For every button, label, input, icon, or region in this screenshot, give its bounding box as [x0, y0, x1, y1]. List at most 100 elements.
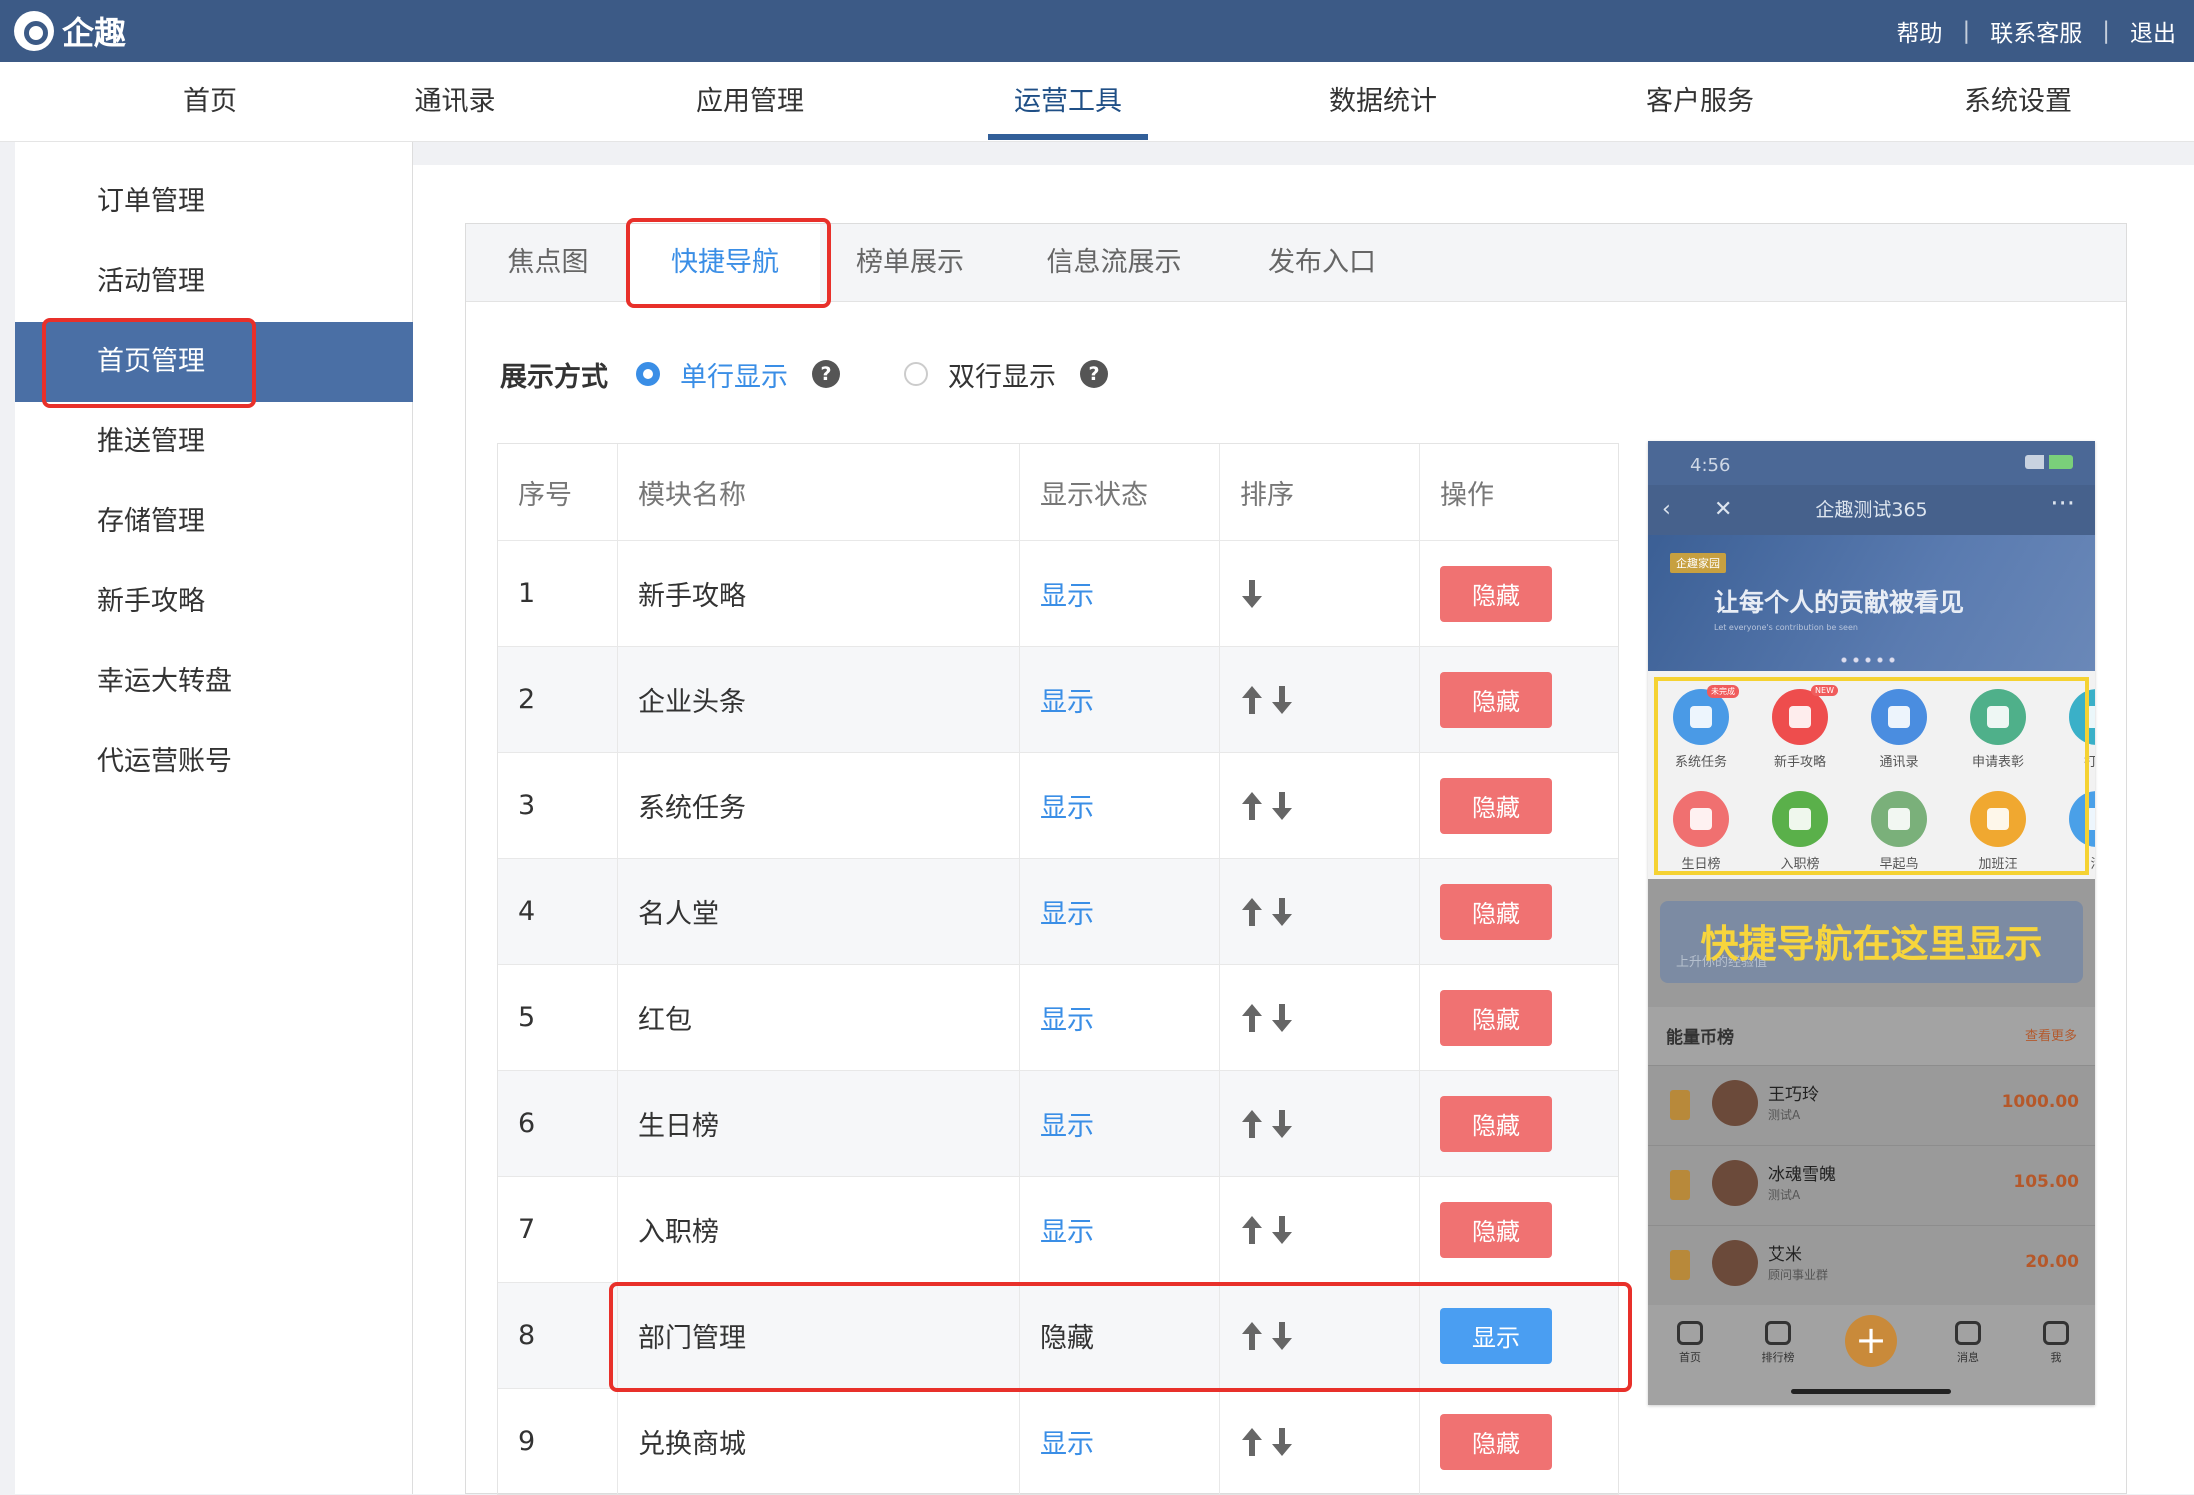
row-action-button[interactable]: 隐藏 [1440, 565, 1552, 622]
row-action-button[interactable]: 隐藏 [1440, 1095, 1552, 1152]
row-module-name: 兑换商城 [618, 1389, 1020, 1494]
top-bar: 企趣 帮助 | 联系客服 | 退出 [0, 0, 2194, 62]
arrow-down-icon[interactable] [1240, 578, 1264, 610]
sort-arrows [1240, 790, 1294, 822]
table-header: 序号 模块名称 显示状态 排序 操作 [498, 444, 1618, 540]
row-status: 显示 [1040, 1217, 1094, 1248]
row-status: 显示 [1040, 1429, 1094, 1460]
header-index: 序号 [498, 444, 618, 540]
tab-feed[interactable]: 信息流展示 [1000, 224, 1228, 302]
display-mode-label: 展示方式 [500, 361, 608, 393]
phone-title-bar: ‹ ✕ 企趣测试365 ··· [1648, 485, 2095, 535]
tab-publish-entry[interactable]: 发布入口 [1228, 224, 1416, 302]
row-status: 显示 [1040, 687, 1094, 718]
tab-rankings[interactable]: 榜单展示 [820, 224, 1000, 302]
arrow-up-icon[interactable] [1240, 896, 1264, 928]
nav-contacts[interactable]: 通讯录 [375, 62, 535, 142]
phone-tab-messages: 消息 [1938, 1321, 1998, 1365]
quick-nav-highlight-box [1654, 677, 2089, 875]
table-row: 7 入职榜 显示 隐藏 [498, 1176, 1618, 1282]
arrow-up-icon[interactable] [1240, 1002, 1264, 1034]
main-nav: 首页 通讯录 应用管理 运营工具 数据统计 客户服务 系统设置 [0, 62, 2194, 142]
single-row-radio[interactable] [636, 362, 660, 386]
nav-app-management[interactable]: 应用管理 [670, 62, 830, 142]
row-module-name: 新手攻略 [618, 541, 1020, 646]
banner-tag: 企趣家园 [1670, 553, 1726, 573]
row-action-button[interactable]: 隐藏 [1440, 883, 1552, 940]
row-index: 9 [498, 1389, 618, 1494]
rank-more-link: 查看更多 [2024, 1029, 2077, 1044]
table-row: 3 系统任务 显示 隐藏 [498, 752, 1618, 858]
arrow-down-icon[interactable] [1270, 1426, 1294, 1458]
nav-customer-service[interactable]: 客户服务 [1620, 62, 1780, 142]
user-icon [2043, 1321, 2069, 1345]
sidebar-item-push[interactable]: 推送管理 [15, 402, 413, 482]
tab-focus-images[interactable]: 焦点图 [466, 224, 630, 302]
rank-item: 王巧玲 测试A 1000.00 [1648, 1065, 2095, 1143]
double-row-radio[interactable] [904, 362, 928, 386]
row-module-name: 企业头条 [618, 647, 1020, 752]
arrow-up-icon[interactable] [1240, 790, 1264, 822]
sort-arrows [1240, 896, 1294, 928]
arrow-down-icon[interactable] [1270, 790, 1294, 822]
arrow-down-icon[interactable] [1270, 684, 1294, 716]
sort-arrows [1240, 1002, 1294, 1034]
help-icon[interactable]: ? [812, 360, 840, 388]
row-action-button[interactable]: 隐藏 [1440, 989, 1552, 1046]
phone-status-bar: 4:56 [1648, 441, 2095, 485]
header-action: 操作 [1440, 479, 1494, 511]
row-index: 4 [498, 859, 618, 964]
message-icon [1955, 1321, 1981, 1345]
arrow-down-icon[interactable] [1270, 1002, 1294, 1034]
row-action-button[interactable]: 隐藏 [1440, 1201, 1552, 1258]
sort-arrows [1240, 1214, 1294, 1246]
sidebar-item-orders[interactable]: 订单管理 [15, 162, 413, 242]
arrow-down-icon[interactable] [1270, 896, 1294, 928]
logout-link[interactable]: 退出 [2130, 14, 2176, 48]
phone-tab-home: 首页 [1660, 1321, 1720, 1365]
contact-support-link[interactable]: 联系客服 [1990, 14, 2082, 48]
help-link[interactable]: 帮助 [1897, 14, 1943, 48]
row-action-button[interactable]: 隐藏 [1440, 671, 1552, 728]
row-action-button[interactable]: 隐藏 [1440, 777, 1552, 834]
sidebar-item-lucky-wheel[interactable]: 幸运大转盘 [15, 642, 413, 722]
row-index: 5 [498, 965, 618, 1070]
nav-home[interactable]: 首页 [130, 62, 290, 142]
rank-dept: 测试A [1768, 1188, 1801, 1202]
arrow-down-icon[interactable] [1270, 1214, 1294, 1246]
row-index: 3 [498, 753, 618, 858]
double-row-label[interactable]: 双行显示 [948, 355, 1056, 394]
quick-nav-label: 活 [2090, 857, 2095, 872]
sidebar-item-guide[interactable]: 新手攻略 [15, 562, 413, 642]
arrow-up-icon[interactable] [1240, 1214, 1264, 1246]
top-links: 帮助 | 联系客服 | 退出 [1897, 14, 2177, 48]
arrow-up-icon[interactable] [1240, 1426, 1264, 1458]
row-action-button[interactable]: 隐藏 [1440, 1413, 1552, 1470]
help-icon[interactable]: ? [1080, 360, 1108, 388]
quick-nav-caption: 快捷导航在这里显示 [1700, 922, 2043, 966]
home-indicator [1791, 1389, 1951, 1394]
row-status: 显示 [1040, 1111, 1094, 1142]
sidebar-item-agent-account[interactable]: 代运营账号 [15, 722, 413, 802]
logo-icon [14, 11, 54, 51]
table-row: 4 名人堂 显示 隐藏 [498, 858, 1618, 964]
rank-header: 能量币榜 查看更多 [1648, 1007, 2095, 1065]
header-sort: 排序 [1220, 444, 1420, 540]
row-module-name: 红包 [618, 965, 1020, 1070]
arrow-up-icon[interactable] [1240, 1108, 1264, 1140]
row-module-name: 系统任务 [618, 753, 1020, 858]
medal-icon [1670, 1170, 1690, 1200]
arrow-up-icon[interactable] [1240, 684, 1264, 716]
sidebar-item-storage[interactable]: 存储管理 [15, 482, 413, 562]
nav-operation-tools[interactable]: 运营工具 [988, 62, 1148, 142]
arrow-down-icon[interactable] [1270, 1108, 1294, 1140]
rank-title: 能量币榜 [1666, 1028, 1734, 1048]
brand-logo[interactable]: 企趣 [14, 9, 126, 53]
sort-arrows [1240, 1108, 1294, 1140]
single-row-label[interactable]: 单行显示 [680, 355, 788, 394]
row-status: 显示 [1040, 793, 1094, 824]
sidebar-item-activities[interactable]: 活动管理 [15, 242, 413, 322]
close-icon: ✕ [1714, 497, 1733, 522]
nav-system-settings[interactable]: 系统设置 [1938, 62, 2098, 142]
nav-data-statistics[interactable]: 数据统计 [1303, 62, 1463, 142]
